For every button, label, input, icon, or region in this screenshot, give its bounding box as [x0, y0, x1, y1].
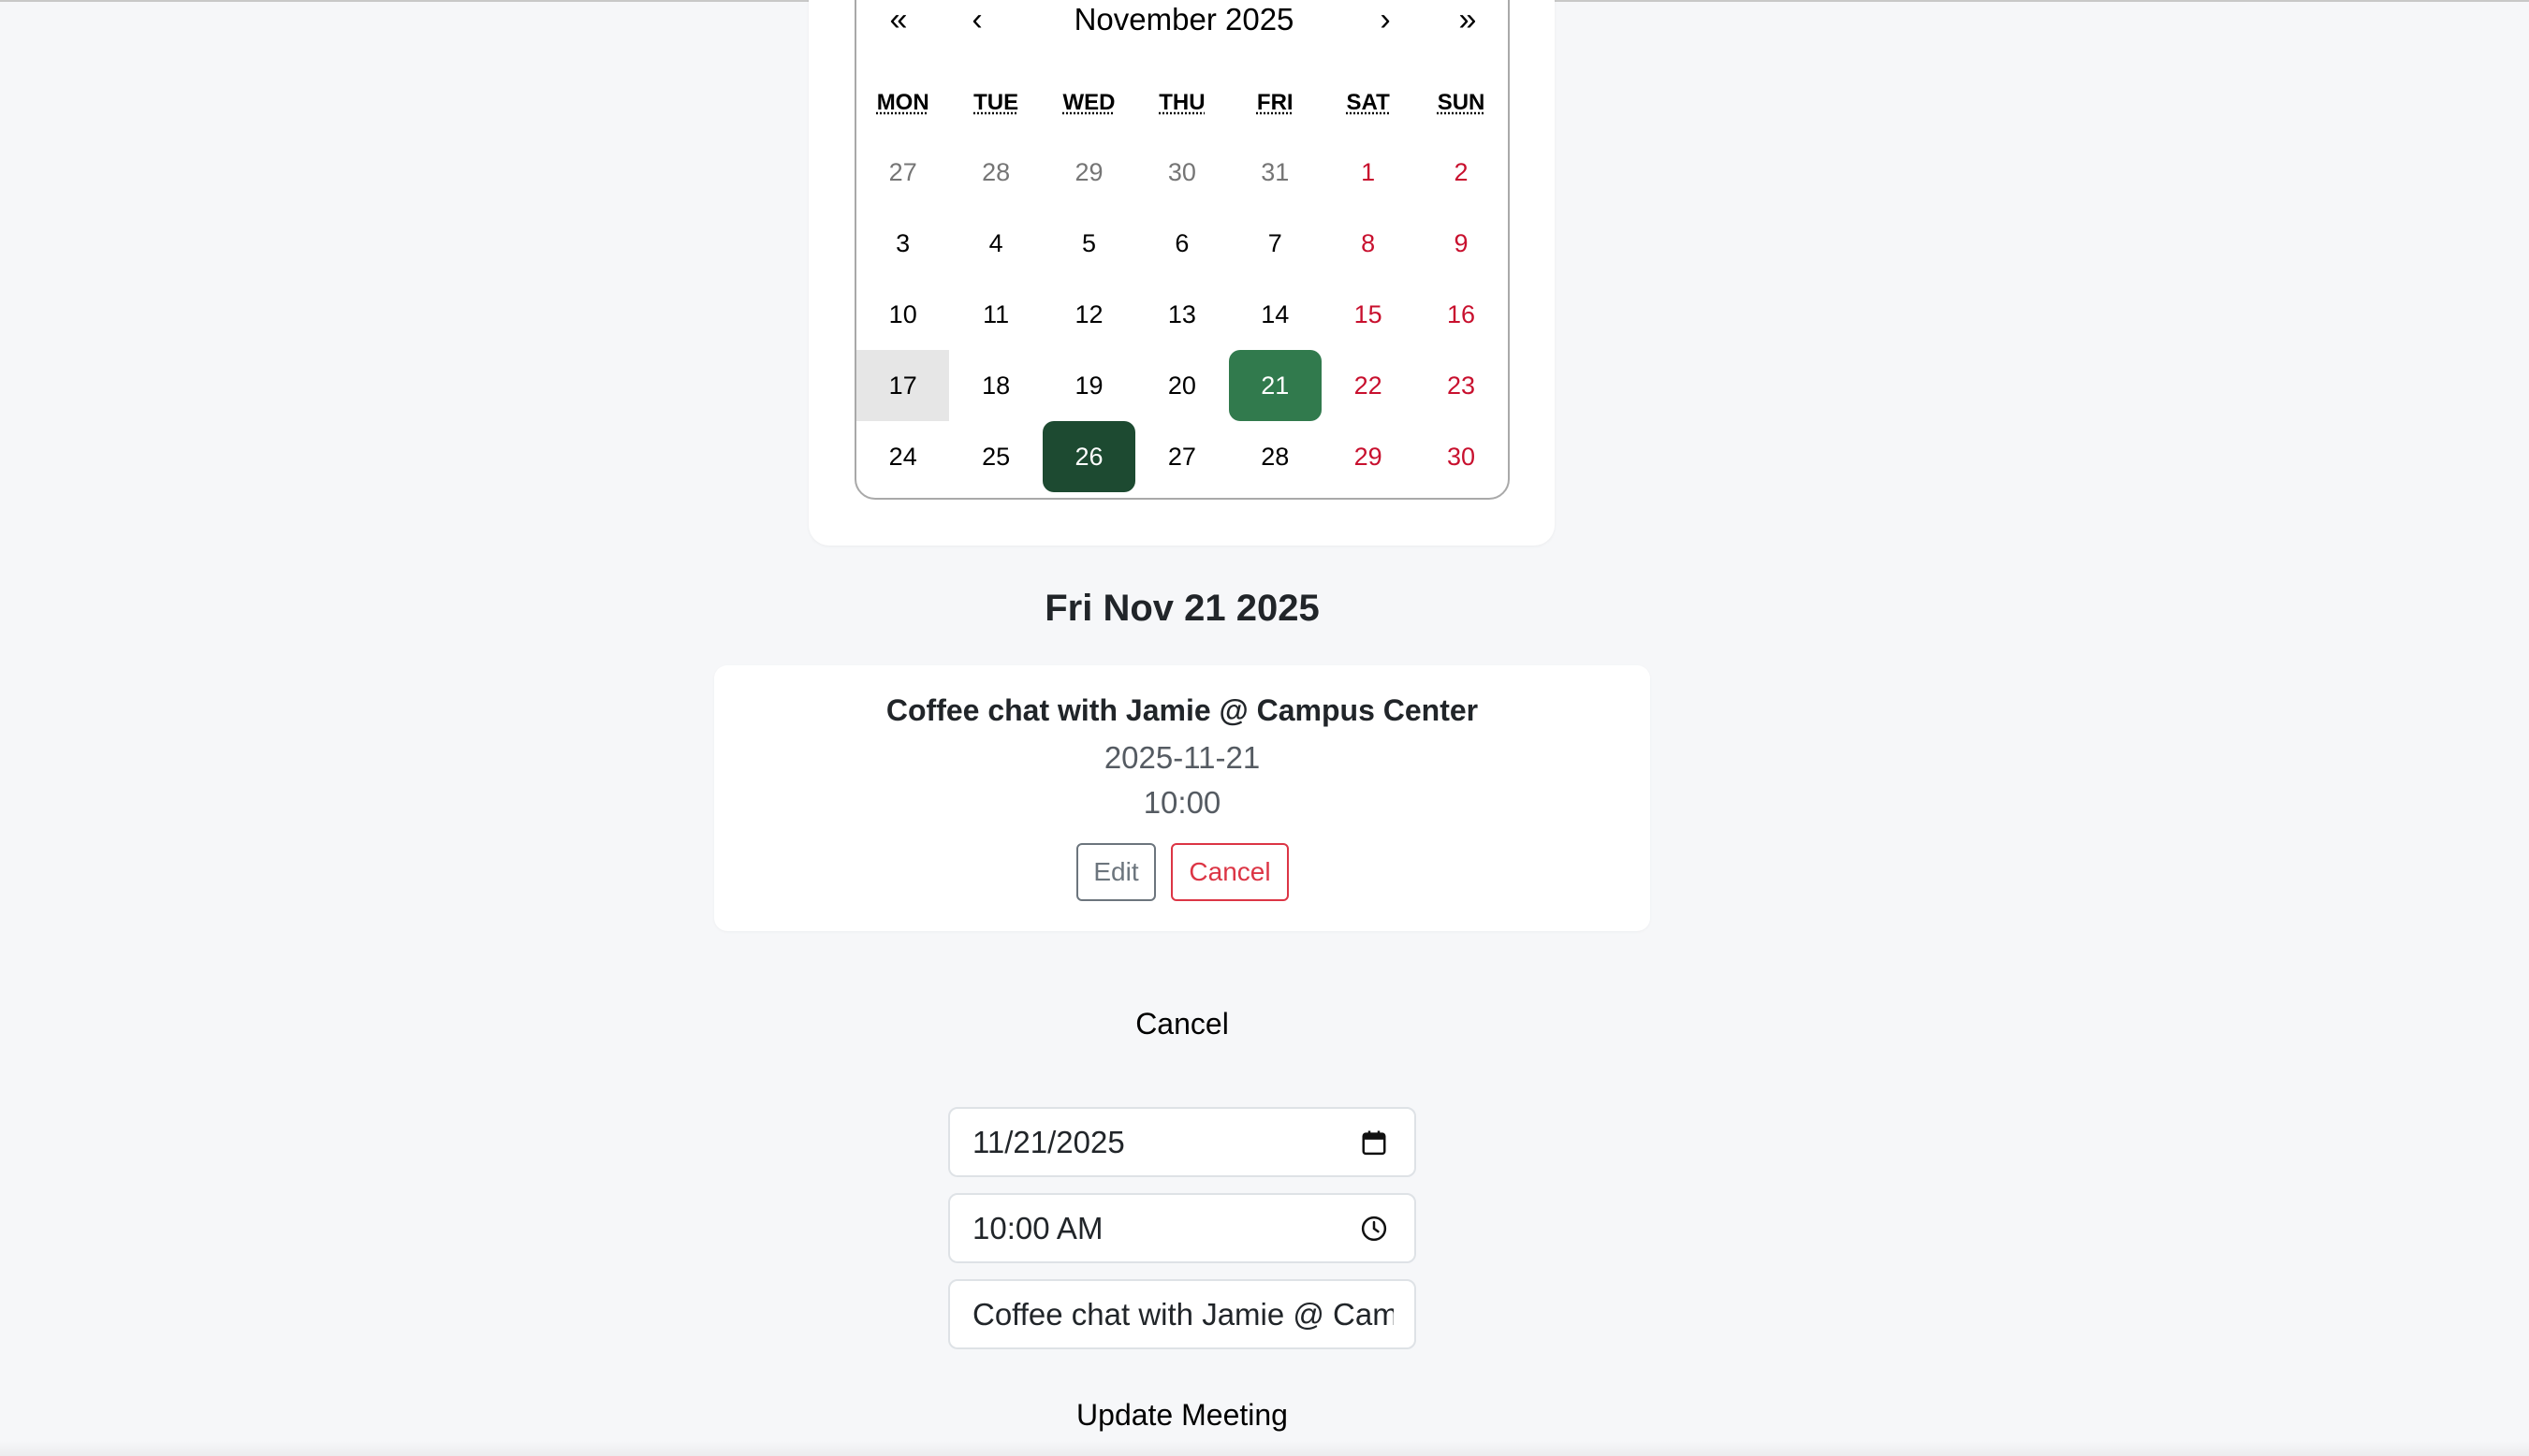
calendar-day[interactable]: 29 [1322, 421, 1414, 492]
meeting-card: Coffee chat with Jamie @ Campus Center 2… [714, 665, 1650, 931]
calendar-day[interactable]: 30 [1414, 421, 1507, 492]
weekday-mon: MON [876, 90, 929, 115]
calendar-day[interactable]: 29 [1043, 137, 1135, 208]
calendar-day[interactable]: 7 [1229, 208, 1322, 279]
prev-year-button[interactable]: « [866, 0, 931, 43]
calendar-day[interactable]: 30 [1135, 137, 1228, 208]
cancel-edit-button[interactable]: Cancel [0, 1007, 2364, 1041]
calendar-day[interactable]: 5 [1043, 208, 1135, 279]
next-month-button[interactable]: › [1352, 0, 1418, 43]
calendar-day-today[interactable]: 17 [856, 350, 950, 421]
calendar-navigation: « ‹ November 2025 › » [856, 0, 1508, 43]
calendar-day[interactable]: 15 [1322, 279, 1414, 350]
weekday-thu: THU [1159, 90, 1206, 115]
next-year-button[interactable]: » [1435, 0, 1500, 43]
calendar-day[interactable]: 19 [1043, 350, 1135, 421]
calendar-day[interactable]: 9 [1414, 208, 1507, 279]
edit-meeting-button[interactable]: Edit [1076, 843, 1156, 901]
meeting-title-input[interactable]: Coffee chat with Jamie @ Campus Center [948, 1279, 1416, 1349]
weekday-tue: TUE [973, 90, 1019, 115]
month-label[interactable]: November 2025 [1016, 0, 1352, 43]
calendar-day[interactable]: 8 [1322, 208, 1414, 279]
calendar-day-selected[interactable]: 21 [1228, 350, 1322, 421]
calendar-day[interactable]: 23 [1414, 350, 1507, 421]
calendar-day[interactable]: 31 [1229, 137, 1322, 208]
meeting-time: 10:00 [1143, 785, 1221, 820]
calendar-day[interactable]: 20 [1135, 350, 1228, 421]
meeting-title-input-value: Coffee chat with Jamie @ Campus Center [972, 1296, 1394, 1332]
weekday-sun: SUN [1437, 90, 1485, 115]
calendar-day[interactable]: 12 [1043, 279, 1135, 350]
selected-date-heading: Fri Nov 21 2025 [1045, 588, 1320, 629]
update-meeting-button[interactable]: Update Meeting [0, 1398, 2364, 1433]
calendar-day[interactable]: 25 [949, 421, 1042, 492]
cancel-meeting-button[interactable]: Cancel [1171, 843, 1289, 901]
calendar-day[interactable]: 10 [856, 279, 949, 350]
weekday-fri: FRI [1256, 90, 1294, 115]
date-input-value: 11/21/2025 [972, 1124, 1125, 1159]
calendar-day-grid: 27 28 29 30 31 1 2 3 4 5 6 7 8 9 10 11 1… [856, 137, 1508, 492]
weekday-header: MON TUE WED THU FRI SAT SUN [856, 90, 1508, 116]
meeting-date: 2025-11-21 [1104, 740, 1261, 775]
date-input[interactable]: 11/21/2025 [948, 1107, 1416, 1177]
calendar-day[interactable]: 18 [949, 350, 1042, 421]
meeting-title: Coffee chat with Jamie @ Campus Center [885, 693, 1479, 727]
calendar-day[interactable]: 13 [1135, 279, 1228, 350]
weekday-sat: SAT [1346, 90, 1390, 115]
calendar-day[interactable]: 22 [1322, 350, 1414, 421]
calendar-day[interactable]: 28 [949, 137, 1042, 208]
calendar-day[interactable]: 6 [1135, 208, 1228, 279]
calendar-day[interactable]: 3 [856, 208, 949, 279]
calendar-day[interactable]: 28 [1229, 421, 1322, 492]
time-input-value: 10:00 AM [972, 1210, 1104, 1245]
calendar-day[interactable]: 27 [856, 137, 949, 208]
calendar-day[interactable]: 4 [949, 208, 1042, 279]
calendar-day[interactable]: 14 [1229, 279, 1322, 350]
calendar-day[interactable]: 16 [1414, 279, 1507, 350]
calendar-day[interactable]: 11 [949, 279, 1042, 350]
calendar-day[interactable]: 1 [1322, 137, 1414, 208]
clock-icon[interactable] [1360, 1215, 1388, 1243]
bottom-edge [0, 1441, 2529, 1456]
calendar-day-highlighted[interactable]: 26 [1042, 421, 1136, 492]
calendar-day[interactable]: 2 [1414, 137, 1507, 208]
prev-month-button[interactable]: ‹ [944, 0, 1010, 43]
calendar-icon[interactable] [1360, 1128, 1388, 1157]
calendar: « ‹ November 2025 › » MON TUE WED THU FR… [855, 0, 1510, 500]
time-input[interactable]: 10:00 AM [948, 1193, 1416, 1263]
calendar-day[interactable]: 27 [1135, 421, 1228, 492]
weekday-wed: WED [1062, 90, 1116, 115]
calendar-day[interactable]: 24 [856, 421, 949, 492]
